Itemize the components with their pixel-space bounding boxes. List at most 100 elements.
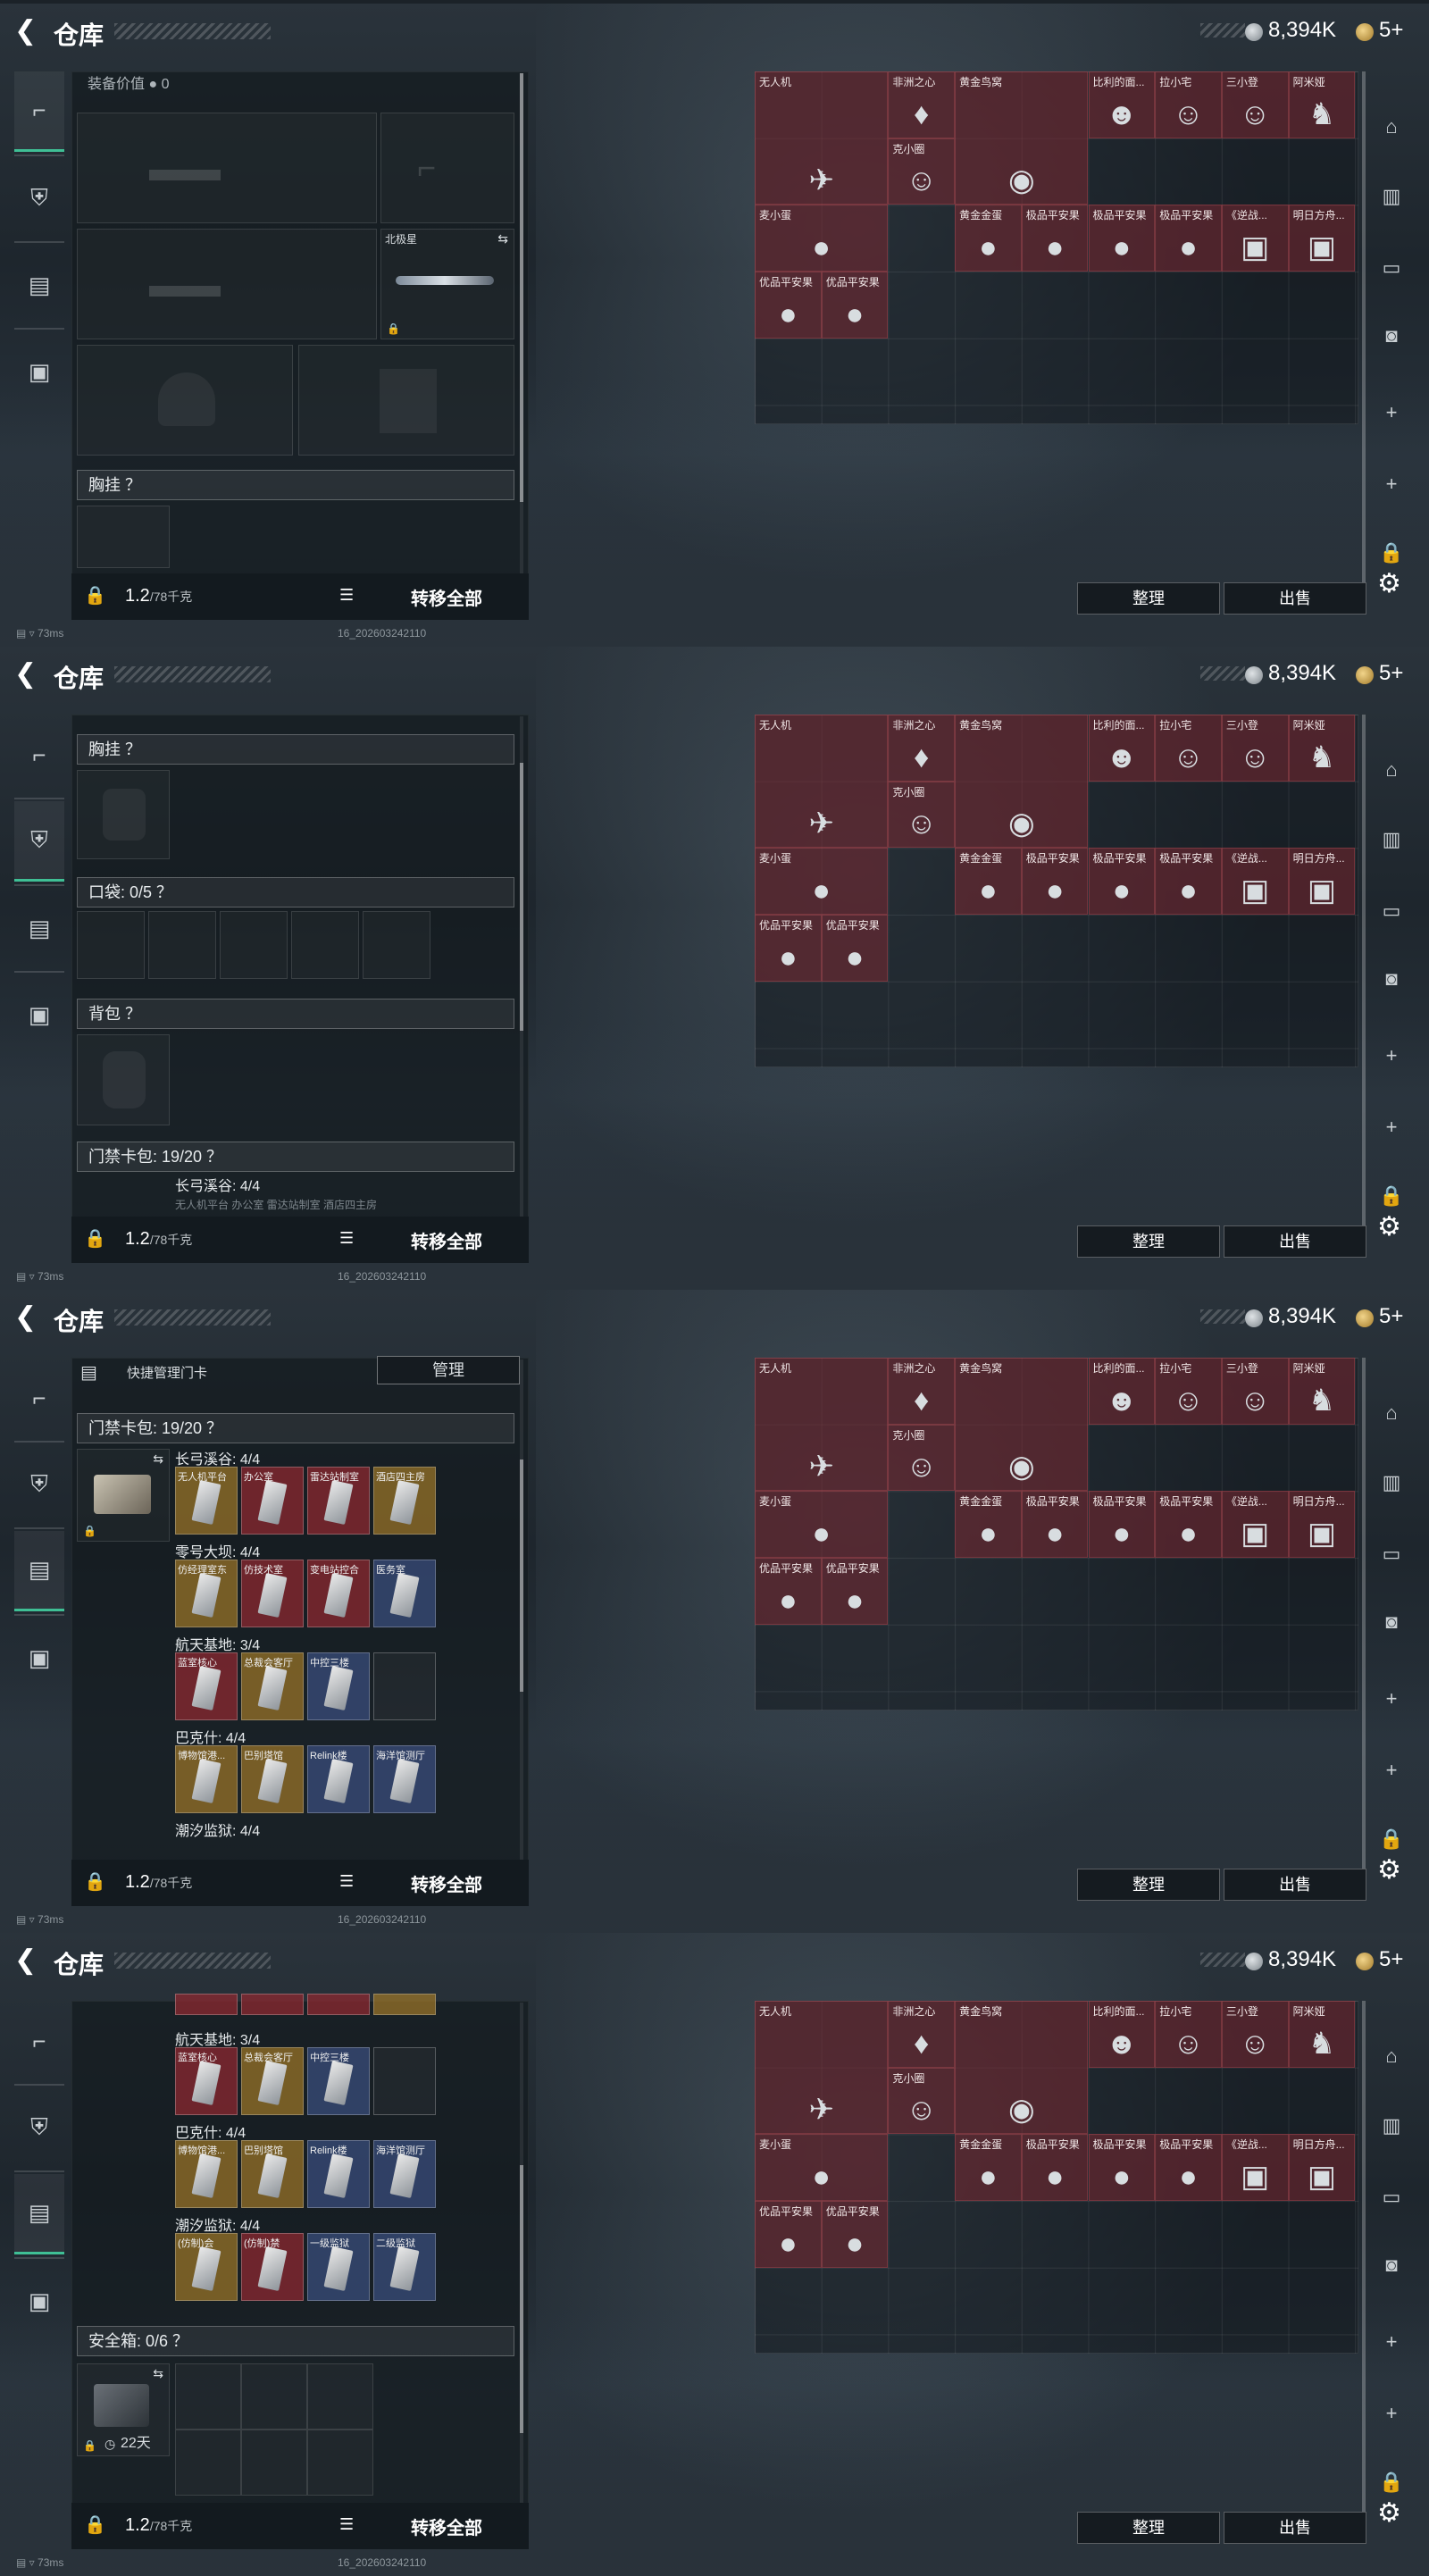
safe-box-item-slot[interactable]: ⇆ 🔒 ◷ 22天	[77, 2363, 170, 2456]
keycard[interactable]	[373, 1994, 436, 2015]
stash-item[interactable]: 极品平安果 ●	[1088, 2134, 1156, 2202]
gold-balance[interactable]: 5+	[1379, 1304, 1403, 1329]
tab-gun[interactable]: ⌐	[14, 2001, 64, 2081]
stash-item[interactable]: 黄金金蛋 ●	[955, 848, 1022, 916]
gold-balance[interactable]: 5+	[1379, 1947, 1403, 1972]
stash-scrollbar[interactable]	[1362, 71, 1366, 598]
tab-armor[interactable]: ⛨	[14, 1444, 64, 1525]
stash-item[interactable]: 无人机 ✈	[755, 715, 889, 849]
sort-button[interactable]: 整理	[1077, 1225, 1220, 1258]
panel-scroll-thumb[interactable]	[520, 1459, 523, 1692]
chest-rig-slot[interactable]	[77, 506, 170, 568]
back-arrow-icon[interactable]: ❮	[14, 16, 41, 46]
stash-page-storage[interactable]: ▥	[1372, 2108, 1411, 2144]
back-arrow-icon[interactable]: ❮	[14, 1302, 41, 1333]
keycard[interactable]: 仿经理室东	[175, 1560, 238, 1627]
stash-item[interactable]: 极品平安果 ●	[1155, 205, 1222, 272]
gear-icon[interactable]: ⚙	[1377, 2497, 1401, 2529]
tab-gun[interactable]: ⌐	[14, 71, 64, 152]
primary-weapon-slot[interactable]: ▬▬	[77, 113, 377, 223]
stash-item[interactable]: 优品平安果 ●	[821, 272, 889, 339]
transfer-all-button[interactable]: 转移全部	[411, 1227, 482, 1253]
stash-item[interactable]: 非洲之心 ♦	[888, 2001, 956, 2068]
stash-item[interactable]: 极品平安果 ●	[1088, 205, 1156, 272]
panel-scroll-thumb[interactable]	[520, 73, 523, 502]
backpack-slot[interactable]	[77, 1034, 170, 1125]
stash-item[interactable]: 黄金金蛋 ●	[955, 205, 1022, 272]
stash-item[interactable]: 极品平安果 ●	[1021, 2134, 1089, 2202]
stash-page-storage[interactable]: ▥	[1372, 1465, 1411, 1501]
keycard[interactable]	[175, 1994, 238, 2015]
keycard[interactable]: Relink楼	[307, 2140, 370, 2208]
tab-briefcase[interactable]: ▣	[14, 974, 64, 1055]
gear-icon[interactable]: ⚙	[1377, 1211, 1401, 1242]
chest-rig-slot[interactable]	[77, 770, 170, 859]
stash-item[interactable]: 三小登 ☺	[1221, 715, 1289, 782]
keycard[interactable]: 酒店四主房	[373, 1467, 436, 1535]
keycard[interactable]: 二级监狱	[373, 2233, 436, 2301]
stash-item[interactable]: 极品平安果 ●	[1155, 2134, 1222, 2202]
keycard[interactable]: 医务室	[373, 1560, 436, 1627]
stash-item[interactable]: 拉小宅 ☺	[1155, 1358, 1222, 1425]
stash-item[interactable]: 明日方舟... ▣	[1288, 2134, 1356, 2202]
stash-item[interactable]: 极品平安果 ●	[1021, 205, 1089, 272]
stash-item[interactable]: 克小圈 ☺	[888, 2067, 956, 2135]
keycard[interactable]	[307, 1994, 370, 2015]
list-icon[interactable]: ☰	[339, 2515, 354, 2534]
swap-icon[interactable]: ⇆	[153, 1451, 163, 1467]
lock-icon[interactable]: 🔒	[84, 1870, 106, 1892]
stash-item[interactable]: 明日方舟... ▣	[1288, 848, 1356, 916]
keycard[interactable]: 变电站控合	[307, 1560, 370, 1627]
stash-item[interactable]: 麦小蛋 ●	[755, 1491, 889, 1559]
stash-page-add[interactable]: +	[1372, 1038, 1411, 1074]
sort-button[interactable]: 整理	[1077, 1869, 1220, 1901]
stash-item[interactable]: 阿米娅 ♞	[1288, 715, 1356, 782]
stash-page-add[interactable]: +	[1372, 1752, 1411, 1788]
stash-page-lock[interactable]: 🔒	[1372, 2464, 1411, 2500]
stash-item[interactable]: 黄金鸟窝 ◉	[955, 715, 1089, 849]
keycard[interactable]	[373, 2047, 436, 2115]
stash-item[interactable]: 比利的面... ☻	[1088, 71, 1156, 138]
tab-armor[interactable]: ⛨	[14, 158, 64, 238]
stash-item[interactable]: 黄金鸟窝 ◉	[955, 71, 1089, 205]
stash-page-safehouse[interactable]: ⌂	[1372, 109, 1411, 145]
stash-page-safehouse[interactable]: ⌂	[1372, 752, 1411, 788]
stash-item[interactable]: 无人机 ✈	[755, 2001, 889, 2135]
safe-box-slot[interactable]	[175, 2430, 241, 2496]
stash-page-tv[interactable]: ▭	[1372, 2179, 1411, 2215]
stash-item[interactable]: 黄金金蛋 ●	[955, 2134, 1022, 2202]
stash-item[interactable]: 麦小蛋 ●	[755, 2134, 889, 2202]
stash-page-safehouse[interactable]: ⌂	[1372, 1395, 1411, 1431]
stash-item[interactable]: 拉小宅 ☺	[1155, 715, 1222, 782]
safe-box-slot[interactable]	[241, 2363, 307, 2430]
keycard-case-slot[interactable]: ⇆ 🔒	[77, 1449, 170, 1542]
pocket-slot[interactable]	[363, 911, 430, 979]
sell-button[interactable]: 出售	[1224, 1869, 1366, 1901]
lock-icon[interactable]: 🔒	[84, 2513, 106, 2535]
panel-scroll-thumb[interactable]	[520, 2165, 523, 2433]
list-icon[interactable]: ☰	[339, 1872, 354, 1891]
keycard[interactable]: Relink楼	[307, 1745, 370, 1813]
stash-page-tv[interactable]: ▭	[1372, 250, 1411, 286]
stash-item[interactable]: 极品平安果 ●	[1021, 848, 1089, 916]
keycard[interactable]: 巴别塔馆	[241, 2140, 304, 2208]
stash-item[interactable]: 极品平安果 ●	[1088, 1491, 1156, 1559]
gold-balance[interactable]: 5+	[1379, 18, 1403, 43]
stash-page-storage[interactable]: ▥	[1372, 179, 1411, 214]
stash-page-storage[interactable]: ▥	[1372, 822, 1411, 857]
stash-item[interactable]: 《逆战... ▣	[1221, 205, 1289, 272]
stash-item[interactable]: 极品平安果 ●	[1155, 848, 1222, 916]
keycard[interactable]: 博物馆港...	[175, 1745, 238, 1813]
list-icon[interactable]: ☰	[339, 1229, 354, 1248]
keycard[interactable]: 无人机平台	[175, 1467, 238, 1535]
lock-icon[interactable]: 🔒	[84, 1227, 106, 1249]
stash-page-add[interactable]: +	[1372, 1681, 1411, 1717]
stash-item[interactable]: 克小圈 ☺	[888, 1424, 956, 1492]
tab-briefcase[interactable]: ▣	[14, 2261, 64, 2341]
safe-box-slot[interactable]	[307, 2430, 373, 2496]
sort-button[interactable]: 整理	[1077, 2512, 1220, 2544]
tab-keycard[interactable]: ▤	[14, 245, 64, 325]
safe-box-slot[interactable]	[175, 2363, 241, 2430]
stash-item[interactable]: 比利的面... ☻	[1088, 2001, 1156, 2068]
stash-scrollbar[interactable]	[1362, 1358, 1366, 1885]
